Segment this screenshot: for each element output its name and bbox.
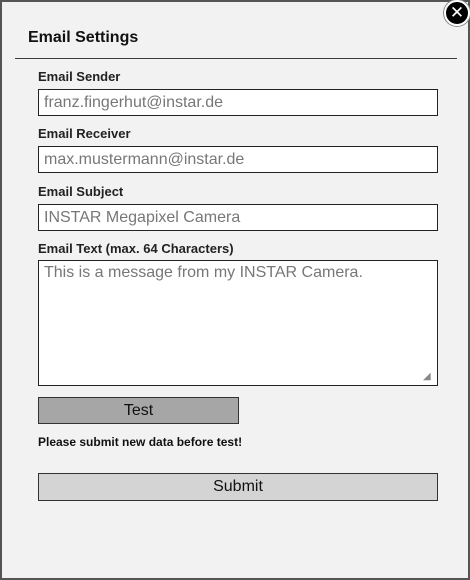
email-text-label: Email Text (max. 64 Characters) <box>38 241 234 256</box>
email-receiver-input[interactable] <box>38 146 438 173</box>
email-sender-input[interactable] <box>38 89 438 116</box>
title-divider <box>15 58 457 59</box>
submit-button[interactable]: Submit <box>38 473 438 501</box>
email-receiver-label: Email Receiver <box>38 126 131 141</box>
resize-grip-icon[interactable]: ◢ <box>423 371 434 382</box>
email-subject-input[interactable] <box>38 204 438 231</box>
email-subject-label: Email Subject <box>38 184 124 199</box>
submit-hint-text: Please submit new data before test! <box>38 435 243 449</box>
dialog-title: Email Settings <box>28 29 139 46</box>
email-sender-label: Email Sender <box>38 69 121 84</box>
email-settings-dialog: Email Settings Email Sender Email Receiv… <box>0 0 470 580</box>
test-button[interactable]: Test <box>38 397 239 424</box>
email-text-textarea[interactable]: This is a message from my INSTAR Camera. <box>38 260 438 386</box>
close-icon[interactable]: ✕ <box>444 0 470 26</box>
